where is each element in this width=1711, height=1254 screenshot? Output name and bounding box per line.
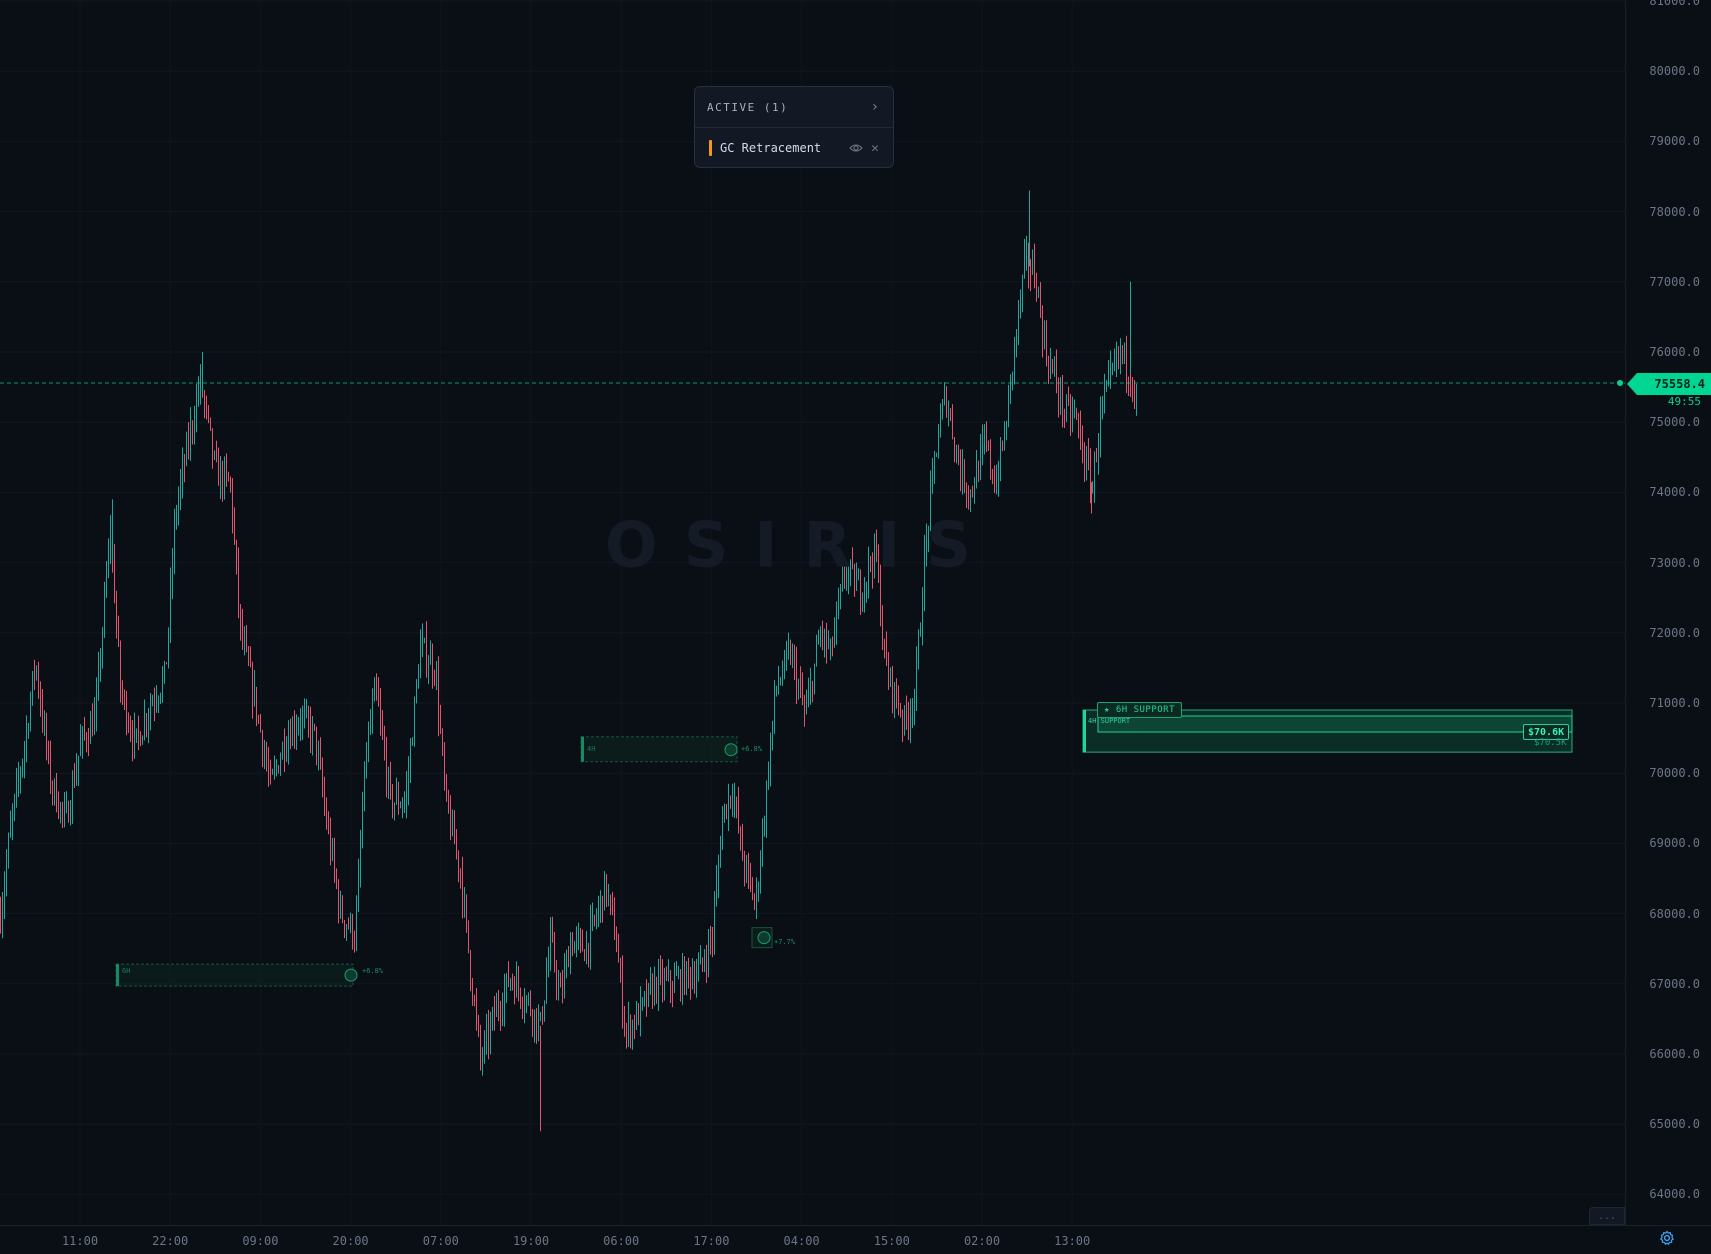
support-zone-label[interactable]: ★ 6H SUPPORT xyxy=(1097,702,1183,718)
time-tick-label: 22:00 xyxy=(152,1234,189,1248)
price-tick-label: 80000.0 xyxy=(1649,64,1700,79)
price-axis[interactable]: 81000.0 80000.0 79000.0 78000.0 77000.0 76000… xyxy=(1625,0,1711,1225)
middle-signal-zone xyxy=(580,736,738,763)
indicator-name: GC Retracement xyxy=(720,141,822,155)
left-zone-check-icon xyxy=(344,968,358,982)
time-tick-label: 20:00 xyxy=(332,1234,369,1248)
support-zone-inner xyxy=(1097,715,1573,733)
active-panel-header[interactable]: ACTIVE (1) › xyxy=(695,87,893,128)
price-tick-label: 70000.0 xyxy=(1649,766,1700,781)
price-tick-label: 78000.0 xyxy=(1649,204,1700,219)
price-tick-label: 71000.0 xyxy=(1649,696,1700,710)
price-tick-label: 69000.0 xyxy=(1649,836,1700,851)
candle-countdown: 49:55 xyxy=(1667,395,1701,408)
time-tick-label: 02:00 xyxy=(963,1234,1001,1248)
chart-area[interactable]: OSIRIS ★ 6H SUPPORT 4H SUPPORT $70.6K $7… xyxy=(0,0,1625,1225)
price-tick-label: 81000.0 xyxy=(1649,0,1700,8)
time-axis[interactable]: 11:00 22:00 09:00 20:00 07:00 19:00 06:00 17:00… xyxy=(0,1225,1711,1254)
price-tick-label: 72000.0 xyxy=(1649,625,1700,640)
indicator-color-swatch xyxy=(709,140,712,156)
eye-icon[interactable] xyxy=(849,141,863,155)
time-tick-label: 06:00 xyxy=(603,1234,640,1248)
time-tick-label: 04:00 xyxy=(783,1234,820,1248)
time-tick-label: 19:00 xyxy=(512,1234,550,1248)
small-zone-check-icon xyxy=(757,931,771,945)
price-tick-label: 74000.0 xyxy=(1649,485,1700,500)
candlestick-chart[interactable] xyxy=(0,0,1625,1225)
price-tick-label: 77000.0 xyxy=(1649,274,1700,289)
active-indicator-row[interactable]: GC Retracement ✕ xyxy=(695,128,893,168)
current-price-dot xyxy=(1617,380,1623,387)
support-zone-mini-label: 4H SUPPORT xyxy=(1088,717,1131,725)
left-zone-edge xyxy=(116,964,119,987)
left-zone-label: 6H xyxy=(122,967,131,975)
price-tick-label: 76000.0 xyxy=(1649,345,1700,359)
price-tick-label: 68000.0 xyxy=(1649,906,1700,921)
gear-icon xyxy=(1659,1230,1675,1246)
settings-button[interactable] xyxy=(1657,1228,1677,1248)
price-tick-label: 65000.0 xyxy=(1649,1117,1700,1132)
time-tick-label: 17:00 xyxy=(693,1234,730,1248)
support-zone-edge xyxy=(1083,710,1086,753)
watermark-logo: OSIRIS xyxy=(605,508,997,582)
active-panel-title: ACTIVE (1) xyxy=(707,100,789,114)
price-tick-label: 73000.0 xyxy=(1649,555,1700,570)
time-tick-label: 13:00 xyxy=(1054,1234,1091,1248)
support-zone-price-secondary: $70.5K xyxy=(1534,738,1567,748)
left-signal-zone xyxy=(115,963,354,987)
time-tick-label: 15:00 xyxy=(873,1234,910,1248)
left-zone-percent: +6.8% xyxy=(362,967,384,975)
price-tick-label: 67000.0 xyxy=(1649,976,1700,991)
price-tick-label: 75000.0 xyxy=(1649,415,1700,430)
price-candles xyxy=(0,190,1137,1132)
middle-zone-percent: +6.8% xyxy=(741,745,763,753)
chart-grid xyxy=(0,0,1625,1225)
small-zone-percent: +7.7% xyxy=(774,938,796,946)
price-tick-label: 66000.0 xyxy=(1649,1047,1700,1061)
chart-overlays xyxy=(0,380,1625,387)
time-tick-label: 07:00 xyxy=(422,1234,459,1248)
chevron-right-icon[interactable]: › xyxy=(871,99,879,115)
middle-zone-edge xyxy=(581,736,584,762)
price-tick-label: 79000.0 xyxy=(1649,134,1700,149)
close-icon[interactable]: ✕ xyxy=(871,141,879,156)
middle-zone-check-icon xyxy=(724,743,738,757)
price-tick-label: 64000.0 xyxy=(1649,1187,1700,1202)
current-price-tag: 75558.4 xyxy=(1627,373,1711,395)
time-tick-label: 09:00 xyxy=(242,1234,279,1248)
time-tick-label: 11:00 xyxy=(61,1234,99,1248)
more-options-button[interactable]: ... xyxy=(1589,1207,1625,1225)
middle-zone-label: 4H xyxy=(587,745,596,753)
active-indicators-panel: ACTIVE (1) › GC Retracement ✕ xyxy=(694,86,894,168)
